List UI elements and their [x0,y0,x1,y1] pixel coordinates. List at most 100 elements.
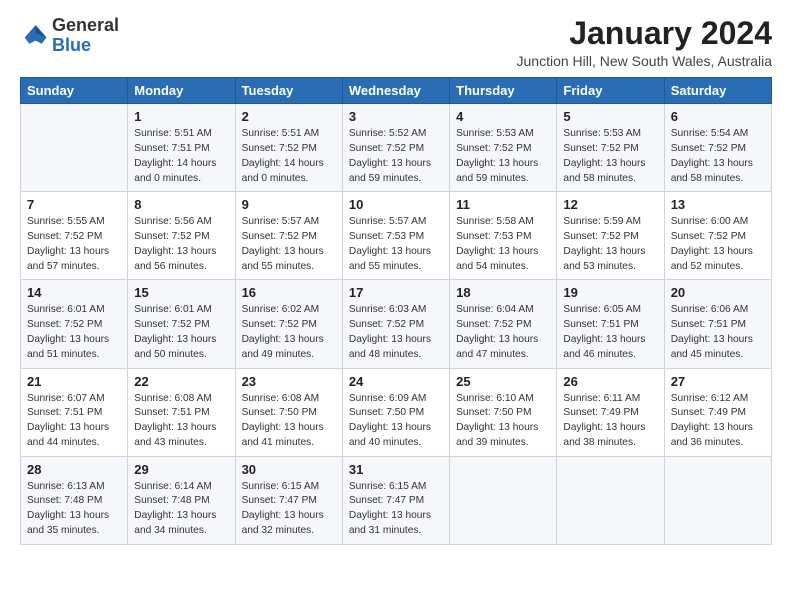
day-info: Sunrise: 5:52 AM Sunset: 7:52 PM Dayligh… [349,127,443,186]
day-number: 31 [349,462,443,477]
day-info: Sunrise: 5:53 AM Sunset: 7:52 PM Dayligh… [563,127,657,186]
calendar-cell: 21Sunrise: 6:07 AM Sunset: 7:51 PM Dayli… [21,368,128,456]
day-info: Sunrise: 5:57 AM Sunset: 7:52 PM Dayligh… [242,215,336,274]
day-info: Sunrise: 6:12 AM Sunset: 7:49 PM Dayligh… [671,392,765,451]
week-row-5: 28Sunrise: 6:13 AM Sunset: 7:48 PM Dayli… [21,456,772,544]
week-row-3: 14 Sunrise: 6:01 AM Sunset: 7:52 PM Dayli… [21,280,772,368]
calendar-cell: 4 Sunrise: 5:53 AM Sunset: 7:52 PM Daylig… [450,104,557,192]
day-number: 17 [349,285,443,300]
day-number: 13 [671,197,765,212]
day-info: Sunrise: 5:55 AM Sunset: 7:52 PM Dayligh… [27,215,121,274]
calendar-cell [450,456,557,544]
calendar-cell: 11 Sunrise: 5:58 AM Sunset: 7:53 PM Dayli… [450,192,557,280]
calendar-cell: 18 Sunrise: 6:04 AM Sunset: 7:52 PM Dayli… [450,280,557,368]
calendar-cell: 5 Sunrise: 5:53 AM Sunset: 7:52 PM Daylig… [557,104,664,192]
day-info: Sunrise: 6:00 AM Sunset: 7:52 PM Dayligh… [671,215,765,274]
day-info: Sunrise: 6:11 AM Sunset: 7:49 PM Dayligh… [563,392,657,451]
weekday-header-row: SundayMondayTuesdayWednesdayThursdayFrid… [21,78,772,104]
day-number: 1 [134,109,228,124]
calendar-cell: 2Sunrise: 5:51 AM Sunset: 7:52 PM Daylig… [235,104,342,192]
day-number: 3 [349,109,443,124]
calendar-cell: 14 Sunrise: 6:01 AM Sunset: 7:52 PM Dayli… [21,280,128,368]
calendar-cell: 24 Sunrise: 6:09 AM Sunset: 7:50 PM Dayli… [342,368,449,456]
weekday-header-sunday: Sunday [21,78,128,104]
day-number: 11 [456,197,550,212]
day-number: 20 [671,285,765,300]
calendar-cell: 7 Sunrise: 5:55 AM Sunset: 7:52 PM Daylig… [21,192,128,280]
calendar-cell: 20 Sunrise: 6:06 AM Sunset: 7:51 PM Dayli… [664,280,771,368]
day-number: 5 [563,109,657,124]
calendar-cell: 1Sunrise: 5:51 AM Sunset: 7:51 PM Daylig… [128,104,235,192]
day-number: 6 [671,109,765,124]
calendar-cell [664,456,771,544]
logo: General Blue [20,16,119,56]
calendar-cell [21,104,128,192]
day-number: 15 [134,285,228,300]
day-number: 29 [134,462,228,477]
day-info: Sunrise: 5:58 AM Sunset: 7:53 PM Dayligh… [456,215,550,274]
day-info: Sunrise: 6:05 AM Sunset: 7:51 PM Dayligh… [563,303,657,362]
week-row-1: 1Sunrise: 5:51 AM Sunset: 7:51 PM Daylig… [21,104,772,192]
day-info: Sunrise: 6:06 AM Sunset: 7:51 PM Dayligh… [671,303,765,362]
calendar-cell: 8Sunrise: 5:56 AM Sunset: 7:52 PM Daylig… [128,192,235,280]
day-number: 16 [242,285,336,300]
calendar-cell: 28Sunrise: 6:13 AM Sunset: 7:48 PM Dayli… [21,456,128,544]
location: Junction Hill, New South Wales, Australi… [517,53,772,69]
calendar-cell: 17 Sunrise: 6:03 AM Sunset: 7:52 PM Dayli… [342,280,449,368]
calendar-cell: 3 Sunrise: 5:52 AM Sunset: 7:52 PM Daylig… [342,104,449,192]
day-info: Sunrise: 5:54 AM Sunset: 7:52 PM Dayligh… [671,127,765,186]
calendar-cell [557,456,664,544]
day-number: 27 [671,374,765,389]
week-row-4: 21Sunrise: 6:07 AM Sunset: 7:51 PM Dayli… [21,368,772,456]
day-number: 24 [349,374,443,389]
day-info: Sunrise: 6:02 AM Sunset: 7:52 PM Dayligh… [242,303,336,362]
day-number: 10 [349,197,443,212]
day-number: 14 [27,285,121,300]
day-number: 23 [242,374,336,389]
day-number: 19 [563,285,657,300]
calendar-cell: 22 Sunrise: 6:08 AM Sunset: 7:51 PM Dayli… [128,368,235,456]
day-info: Sunrise: 6:03 AM Sunset: 7:52 PM Dayligh… [349,303,443,362]
calendar-cell: 16 Sunrise: 6:02 AM Sunset: 7:52 PM Dayli… [235,280,342,368]
header: General Blue January 2024 Junction Hill,… [20,16,772,69]
weekday-header-saturday: Saturday [664,78,771,104]
day-number: 25 [456,374,550,389]
day-number: 26 [563,374,657,389]
calendar-cell: 27 Sunrise: 6:12 AM Sunset: 7:49 PM Dayli… [664,368,771,456]
calendar-cell: 9 Sunrise: 5:57 AM Sunset: 7:52 PM Daylig… [235,192,342,280]
calendar-cell: 26 Sunrise: 6:11 AM Sunset: 7:49 PM Dayli… [557,368,664,456]
calendar-cell: 23 Sunrise: 6:08 AM Sunset: 7:50 PM Dayli… [235,368,342,456]
week-row-2: 7 Sunrise: 5:55 AM Sunset: 7:52 PM Daylig… [21,192,772,280]
calendar-cell: 25Sunrise: 6:10 AM Sunset: 7:50 PM Dayli… [450,368,557,456]
day-number: 12 [563,197,657,212]
day-number: 4 [456,109,550,124]
day-info: Sunrise: 6:08 AM Sunset: 7:51 PM Dayligh… [134,392,228,451]
calendar-cell: 10Sunrise: 5:57 AM Sunset: 7:53 PM Dayli… [342,192,449,280]
day-number: 9 [242,197,336,212]
day-info: Sunrise: 6:04 AM Sunset: 7:52 PM Dayligh… [456,303,550,362]
day-info: Sunrise: 6:09 AM Sunset: 7:50 PM Dayligh… [349,392,443,451]
day-number: 8 [134,197,228,212]
day-number: 22 [134,374,228,389]
day-info: Sunrise: 5:53 AM Sunset: 7:52 PM Dayligh… [456,127,550,186]
day-info: Sunrise: 6:07 AM Sunset: 7:51 PM Dayligh… [27,392,121,451]
month-title: January 2024 [517,16,772,51]
day-info: Sunrise: 6:01 AM Sunset: 7:52 PM Dayligh… [27,303,121,362]
weekday-header-wednesday: Wednesday [342,78,449,104]
day-number: 18 [456,285,550,300]
day-number: 7 [27,197,121,212]
calendar-cell: 15Sunrise: 6:01 AM Sunset: 7:52 PM Dayli… [128,280,235,368]
day-info: Sunrise: 6:08 AM Sunset: 7:50 PM Dayligh… [242,392,336,451]
calendar-cell: 30 Sunrise: 6:15 AM Sunset: 7:47 PM Dayli… [235,456,342,544]
day-number: 30 [242,462,336,477]
calendar-cell: 6 Sunrise: 5:54 AM Sunset: 7:52 PM Daylig… [664,104,771,192]
weekday-header-tuesday: Tuesday [235,78,342,104]
calendar-cell: 12 Sunrise: 5:59 AM Sunset: 7:52 PM Dayli… [557,192,664,280]
day-info: Sunrise: 5:59 AM Sunset: 7:52 PM Dayligh… [563,215,657,274]
weekday-header-thursday: Thursday [450,78,557,104]
day-info: Sunrise: 6:15 AM Sunset: 7:47 PM Dayligh… [242,480,336,539]
calendar-cell: 19 Sunrise: 6:05 AM Sunset: 7:51 PM Dayli… [557,280,664,368]
day-info: Sunrise: 6:15 AM Sunset: 7:47 PM Dayligh… [349,480,443,539]
logo-icon [20,22,48,50]
weekday-header-friday: Friday [557,78,664,104]
